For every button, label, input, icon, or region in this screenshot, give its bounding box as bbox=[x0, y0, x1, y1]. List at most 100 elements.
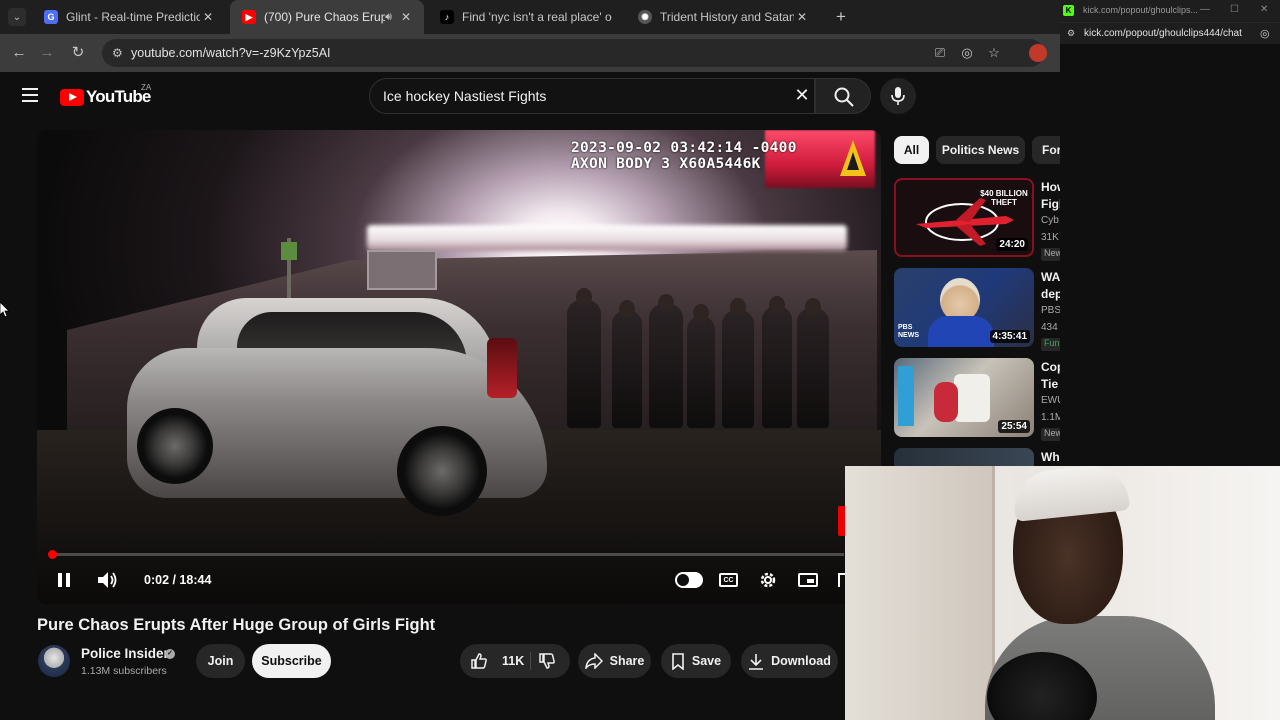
tab-title: (700) Pure Chaos Erupts Aft bbox=[264, 10, 386, 24]
video-player[interactable]: 2023-09-02 03:42:14 -0400 AXON BODY 3 X60… bbox=[37, 130, 881, 604]
tracking-eye-icon[interactable]: ◎ bbox=[959, 45, 975, 61]
tab-close-icon[interactable]: ✕ bbox=[794, 10, 810, 24]
save-button[interactable]: Save bbox=[661, 644, 731, 678]
video-window bbox=[367, 250, 437, 290]
miniplayer-icon[interactable] bbox=[798, 573, 818, 587]
clear-search-icon[interactable]: ✕ bbox=[793, 86, 811, 104]
subscribe-button[interactable]: Subscribe bbox=[252, 644, 331, 678]
chip-all[interactable]: All bbox=[894, 136, 929, 164]
speaker-icon[interactable]: 🔊︎ bbox=[385, 11, 392, 24]
site-info-icon[interactable]: ⚙ bbox=[112, 46, 126, 60]
tab-chatgpt[interactable]: ✺ Trident History and Satan ✕ bbox=[626, 0, 820, 34]
popout-titlebar: K kick.com/popout/ghoulclips... — ☐ ✕ bbox=[1060, 0, 1280, 22]
rec-title[interactable]: Wh bbox=[1041, 449, 1060, 466]
bookmark-star-icon[interactable]: ☆ bbox=[986, 45, 1002, 61]
close-window-icon[interactable]: ✕ bbox=[1260, 4, 1268, 15]
search-button[interactable] bbox=[815, 78, 871, 114]
progress-scrubber[interactable] bbox=[48, 550, 57, 559]
thumbs-up-icon[interactable] bbox=[470, 652, 488, 670]
menu-hamburger-icon[interactable] bbox=[22, 88, 38, 102]
rec-views: 434 bbox=[1041, 322, 1058, 333]
rec-thumb-screen bbox=[898, 366, 914, 426]
mouse-cursor-icon bbox=[0, 302, 10, 318]
maximize-icon[interactable]: ☐ bbox=[1230, 4, 1239, 15]
rec-views: 31K bbox=[1041, 232, 1059, 243]
browser-toolbar: ← → ↻ ⚙ youtube.com/watch?v=-z9KzYpz5AI … bbox=[0, 34, 1060, 72]
extension-icon[interactable] bbox=[1029, 44, 1047, 62]
chip-for[interactable]: For bbox=[1032, 136, 1060, 164]
tab-tiktok[interactable]: ♪ Find 'nyc isn't a real place' on T bbox=[428, 0, 622, 34]
popout-url[interactable]: kick.com/popout/ghoulclips444/chat bbox=[1084, 28, 1242, 39]
tab-title: Glint - Real-time Prediction Ma bbox=[66, 10, 200, 24]
youtube-favicon-icon: ▶ bbox=[242, 10, 256, 24]
rec-title-line2[interactable]: Tie bbox=[1041, 376, 1060, 393]
join-button[interactable]: Join bbox=[196, 644, 245, 678]
webcam-door bbox=[845, 466, 995, 720]
settings-gear-icon[interactable] bbox=[758, 570, 778, 590]
like-divider bbox=[530, 652, 531, 670]
tab-close-icon[interactable]: ✕ bbox=[398, 10, 414, 24]
save-label: Save bbox=[691, 654, 722, 668]
search-query[interactable]: Ice hockey Nastiest Fights bbox=[383, 88, 546, 104]
tab-search-icon[interactable]: ⌄ bbox=[8, 8, 26, 26]
volume-icon[interactable] bbox=[96, 570, 118, 590]
chip-politics-news[interactable]: Politics News bbox=[936, 136, 1025, 164]
chatgpt-favicon-icon: ✺ bbox=[638, 10, 652, 24]
tracking-eye-icon[interactable]: ◎ bbox=[1260, 27, 1270, 40]
rec-thumb-text: $40 BILLION THEFT bbox=[980, 189, 1028, 207]
autoplay-toggle[interactable] bbox=[675, 572, 703, 588]
voice-search-button[interactable] bbox=[880, 78, 916, 114]
rec-title[interactable]: How bbox=[1041, 179, 1060, 196]
reload-icon[interactable]: ↻ bbox=[69, 44, 87, 62]
back-arrow-icon[interactable]: ← bbox=[10, 44, 28, 62]
axon-logo-icon bbox=[840, 140, 866, 176]
thumbs-down-icon[interactable] bbox=[538, 652, 556, 670]
video-street-sign bbox=[281, 242, 297, 260]
tab-close-icon[interactable]: ✕ bbox=[200, 10, 216, 24]
pause-icon[interactable] bbox=[55, 571, 73, 589]
video-awning-light bbox=[367, 225, 847, 251]
browser-tab-bar: ⌄ G Glint - Real-time Prediction Ma ✕ ▶ … bbox=[0, 0, 1060, 34]
download-button[interactable]: Download bbox=[741, 644, 838, 678]
rec-thumbnail[interactable] bbox=[894, 448, 1034, 466]
channel-name[interactable]: Police Insider bbox=[81, 646, 169, 661]
rec-thumbnail[interactable]: $40 BILLION THEFT 24:20 bbox=[894, 178, 1034, 257]
download-label: Download bbox=[771, 654, 831, 668]
rec-thumb-figure bbox=[934, 382, 958, 422]
video-car bbox=[127, 298, 547, 516]
rec-thumb-chair bbox=[954, 374, 990, 422]
video-crowd bbox=[557, 288, 857, 428]
rec-thumb-text: PBS NEWS bbox=[898, 324, 919, 339]
youtube-logo[interactable]: YouTube bbox=[60, 87, 151, 107]
rec-title-line2[interactable]: Figh bbox=[1041, 196, 1060, 213]
url-text[interactable]: youtube.com/watch?v=-z9KzYpz5AI bbox=[131, 46, 331, 60]
site-info-icon[interactable]: ⚙ bbox=[1067, 28, 1075, 39]
minimize-icon[interactable]: — bbox=[1200, 4, 1210, 15]
share-icon bbox=[584, 653, 603, 669]
share-button[interactable]: Share bbox=[578, 644, 651, 678]
rec-duration: 4:35:41 bbox=[989, 330, 1030, 343]
progress-bar[interactable] bbox=[50, 553, 844, 556]
country-code: ZA bbox=[141, 83, 152, 92]
like-count[interactable]: 11K bbox=[502, 654, 524, 668]
tiktok-favicon-icon: ♪ bbox=[440, 10, 454, 24]
rec-channel[interactable]: EWU bbox=[1041, 395, 1060, 406]
rec-channel[interactable]: PBS bbox=[1041, 305, 1060, 316]
tab-glint[interactable]: G Glint - Real-time Prediction Ma ✕ bbox=[32, 0, 226, 34]
captions-icon[interactable]: CC bbox=[719, 573, 738, 587]
rec-title-line2[interactable]: dep bbox=[1041, 286, 1060, 303]
tab-title: Find 'nyc isn't a real place' on T bbox=[462, 10, 612, 24]
rec-thumbnail[interactable]: 25:54 bbox=[894, 358, 1034, 437]
rec-channel[interactable]: Cyb bbox=[1041, 215, 1060, 226]
new-tab-icon[interactable]: + bbox=[832, 8, 850, 26]
rec-title[interactable]: WA bbox=[1041, 269, 1060, 286]
rec-thumbnail[interactable]: PBS NEWS 4:35:41 bbox=[894, 268, 1034, 347]
channel-avatar[interactable] bbox=[38, 645, 70, 677]
install-app-icon[interactable]: ⎚ bbox=[932, 45, 948, 61]
share-label: Share bbox=[609, 654, 645, 668]
subscriber-count: 1.13M subscribers bbox=[81, 665, 167, 677]
forward-arrow-icon[interactable]: → bbox=[38, 44, 56, 62]
microphone-icon bbox=[891, 87, 905, 105]
rec-title[interactable]: Cop bbox=[1041, 359, 1060, 376]
tab-youtube[interactable]: ▶ (700) Pure Chaos Erupts Aft 🔊︎ ✕ bbox=[230, 0, 424, 34]
